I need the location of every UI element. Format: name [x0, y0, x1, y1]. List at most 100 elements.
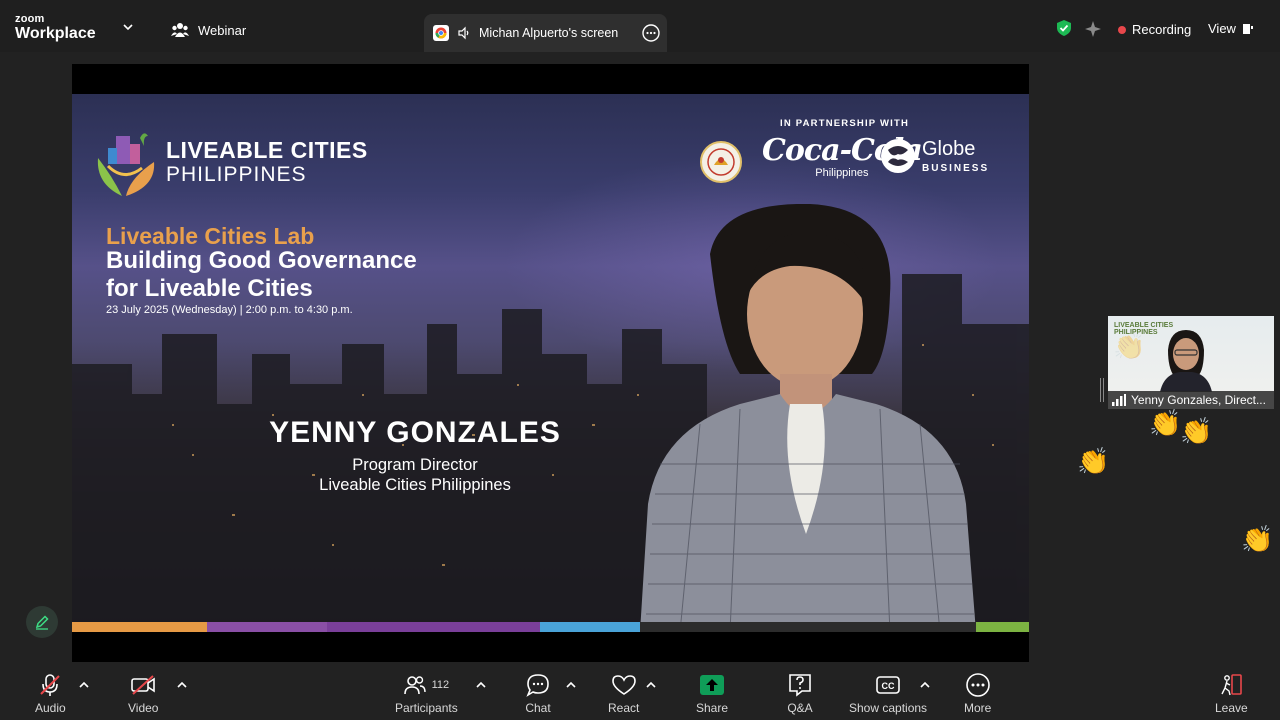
speaker-video-feed: [640, 204, 976, 632]
speaker-card: YENNY GONZALES Program Director Liveable…: [242, 416, 588, 495]
recording-label: Recording: [1132, 22, 1192, 37]
view-label: View: [1208, 21, 1236, 36]
pencil-icon: [35, 615, 49, 630]
react-label: React: [608, 701, 640, 715]
chat-options-chevron-icon[interactable]: [565, 680, 577, 690]
react-options-chevron-icon[interactable]: [645, 680, 657, 690]
signal-strength-icon: [1112, 394, 1126, 406]
chevron-down-icon[interactable]: [121, 20, 135, 34]
chrome-icon: [433, 25, 449, 41]
speaker-role: Program Director: [352, 456, 478, 474]
camera-off-icon: [131, 675, 156, 695]
zoom-workplace-logo[interactable]: zoom Workplace: [15, 14, 96, 42]
globe-logo-icon: [881, 139, 915, 173]
chat-icon: [526, 674, 549, 697]
ai-companion-icon[interactable]: [1084, 20, 1102, 38]
city-hands-logo-icon: [97, 133, 155, 196]
clap-reaction-icon: 👏: [1180, 416, 1213, 446]
stripe-segment: [976, 622, 1029, 632]
webinar-indicator[interactable]: Webinar: [171, 22, 246, 38]
stripe-segment: [640, 622, 976, 632]
event-date: 23 July 2025 (Wednesday) | 2:00 p.m. to …: [106, 304, 353, 316]
thumbnail-person: [1160, 330, 1212, 392]
webinar-label: Webinar: [198, 22, 247, 38]
participant-count: 112: [431, 679, 450, 691]
thumbnail-name: Yenny Gonzales, Direct...: [1131, 393, 1266, 407]
event-headline: Building Good Governance for Liveable Ci…: [106, 247, 466, 303]
partnership-label: IN PARTNERSHIP WITH: [780, 118, 910, 129]
logo-brand-bottom: Workplace: [15, 25, 96, 42]
captions-options-chevron-icon[interactable]: [919, 680, 931, 690]
speaker-organization: Liveable Cities Philippines: [319, 476, 511, 494]
color-stripe: [72, 622, 1029, 632]
globe-business-label: BUSINESS: [922, 162, 990, 174]
video-options-chevron-icon[interactable]: [176, 680, 188, 690]
clap-reaction-icon: 👏: [1113, 331, 1146, 361]
headline-line-1: Building Good Governance: [106, 247, 417, 274]
clap-reaction-icon: 👏: [1149, 408, 1182, 438]
stripe-segment: [72, 622, 207, 632]
headline-line-2: for Liveable Cities: [106, 275, 313, 302]
share-screen-button[interactable]: Share: [696, 672, 728, 715]
participants-button[interactable]: 112 Participants: [395, 672, 458, 715]
screen-share-tab[interactable]: Michan Alpuerto's screen: [424, 14, 667, 52]
recording-indicator[interactable]: Recording: [1118, 22, 1191, 37]
shared-screen: LIVEABLE CITIES PHILIPPINES IN PARTNERSH…: [72, 64, 1029, 662]
thumbnail-name-bar: Yenny Gonzales, Direct...: [1108, 391, 1274, 409]
presentation-slide: LIVEABLE CITIES PHILIPPINES IN PARTNERSH…: [72, 94, 1029, 632]
svg-text:CC: CC: [882, 681, 895, 691]
view-button[interactable]: View: [1208, 21, 1254, 36]
stripe-segment: [207, 622, 327, 632]
audio-options-chevron-icon[interactable]: [78, 680, 90, 690]
speaker-name: YENNY GONZALES: [269, 416, 561, 449]
recording-dot-icon: [1118, 25, 1126, 34]
globe-business-logo: Globe BUSINESS: [880, 138, 989, 174]
leave-label: Leave: [1215, 701, 1248, 715]
leave-icon: [1221, 674, 1243, 696]
thumbnail-drag-handle[interactable]: [1100, 378, 1104, 402]
speaker-thumbnail[interactable]: LIVEABLE CITIES PHILIPPINES Yenny Gonzal…: [1108, 316, 1274, 409]
participants-label: Participants: [395, 701, 458, 715]
participants-icon: [403, 676, 426, 695]
leave-button[interactable]: Leave: [1215, 672, 1248, 715]
question-icon: [789, 674, 811, 697]
people-icon: [171, 23, 189, 37]
speaker-icon[interactable]: [457, 26, 471, 40]
logo-line-2: PHILIPPINES: [166, 162, 307, 186]
more-label: More: [964, 701, 992, 715]
audio-label: Audio: [35, 701, 66, 715]
clap-reaction-icon: 👏: [1241, 524, 1274, 554]
more-options-icon[interactable]: [641, 23, 661, 43]
annotate-button[interactable]: [26, 606, 58, 638]
lab-title: Liveable Cities Lab: [106, 223, 315, 249]
government-seal-logo: [700, 141, 742, 183]
captions-label: Show captions: [849, 701, 928, 715]
liveable-cities-logo: LIVEABLE CITIES PHILIPPINES: [94, 124, 368, 200]
heart-icon: [611, 675, 636, 695]
clap-reaction-icon: 👏: [1077, 446, 1110, 476]
meeting-toolbar: Audio Video 112 Participants Chat React …: [0, 662, 1280, 720]
share-screen-icon: [700, 675, 725, 695]
chat-label: Chat: [525, 701, 551, 715]
stripe-segment: [327, 622, 540, 632]
closed-captions-icon: CC: [876, 676, 900, 694]
chat-button[interactable]: Chat: [525, 672, 551, 715]
react-button[interactable]: React: [608, 672, 639, 715]
video-button[interactable]: Video: [128, 672, 158, 715]
thumbnail-logo-line-1: LIVEABLE CITIES: [1114, 322, 1174, 329]
participants-options-chevron-icon[interactable]: [475, 680, 487, 690]
logo-brand-top: zoom: [15, 13, 45, 25]
logo-line-1: LIVEABLE CITIES: [166, 137, 368, 164]
qa-button[interactable]: Q&A: [787, 672, 813, 715]
qa-label: Q&A: [787, 701, 813, 715]
shield-check-icon[interactable]: [1055, 19, 1073, 37]
share-label: Share: [696, 701, 729, 715]
more-icon: [965, 673, 990, 697]
view-layout-icon: [1242, 23, 1253, 34]
globe-wordmark: Globe: [922, 137, 976, 160]
audio-button[interactable]: Audio: [35, 672, 66, 715]
more-button[interactable]: More: [964, 672, 991, 715]
captions-button[interactable]: CC Show captions: [849, 672, 927, 715]
microphone-muted-icon: [40, 674, 61, 696]
share-tab-label: Michan Alpuerto's screen: [479, 26, 619, 40]
